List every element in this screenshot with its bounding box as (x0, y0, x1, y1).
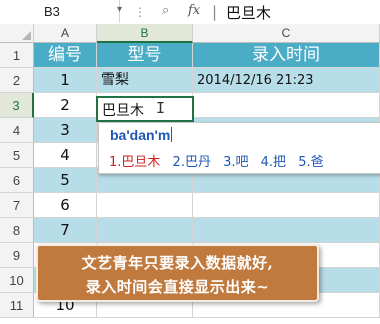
ime-caret (171, 127, 173, 142)
ime-candidate[interactable]: 4.把 (261, 151, 286, 170)
row-header[interactable]: 9 (0, 243, 34, 268)
cell-c[interactable] (193, 93, 380, 118)
header-cell-number[interactable]: 编号 (34, 43, 97, 68)
column-header-b[interactable]: B (97, 24, 193, 43)
cell-c[interactable] (193, 193, 380, 218)
select-all-triangle-icon (22, 31, 31, 40)
select-all-button[interactable] (0, 24, 34, 43)
row-header[interactable]: 1 (0, 43, 34, 68)
cell-c[interactable] (193, 218, 380, 243)
cell-c[interactable]: 2014/12/16 21:23 (193, 68, 380, 93)
callout-line-2: 录入时间会直接显示出来~ (85, 278, 270, 296)
cell-a[interactable]: 1 (34, 68, 97, 93)
header-cell-entry-time[interactable]: 录入时间 (193, 43, 380, 68)
row-header[interactable]: 11 (0, 293, 34, 318)
ime-candidate[interactable]: 3.吧 (223, 151, 248, 170)
cell-edit-text[interactable]: 巴旦木 (102, 100, 144, 120)
name-box[interactable]: B3 (0, 0, 120, 23)
cell-b[interactable] (97, 193, 193, 218)
cell-a[interactable]: 6 (34, 193, 97, 218)
ime-candidate-list: 1.巴旦木 2.巴丹 3.吧 4.把 5.爸 (109, 151, 332, 170)
ime-candidate[interactable]: 5.爸 (298, 151, 323, 170)
active-cell-b3[interactable]: 巴旦木 I (96, 96, 194, 122)
row-header[interactable]: 10 (0, 268, 34, 293)
search-icon[interactable]: ⌕ (162, 3, 169, 18)
ime-composition-text: ba'dan'm (110, 127, 171, 143)
formula-input[interactable]: 巴旦木 (226, 2, 271, 23)
formula-bar-divider: | (212, 3, 218, 21)
ime-candidate[interactable]: 2.巴丹 (173, 151, 211, 170)
text-cursor-icon: I (156, 99, 166, 117)
insert-function-button[interactable]: fx (188, 3, 200, 18)
table-row: 1 编号 型号 录入时间 (0, 43, 380, 68)
cell-a[interactable]: 3 (34, 118, 97, 143)
row-header[interactable]: 3 (0, 93, 34, 118)
cell-b[interactable]: 雪梨 (97, 68, 193, 93)
cell-b[interactable] (97, 218, 193, 243)
table-row: 7 6 (0, 193, 380, 218)
ime-composition: ba'dan'm (110, 127, 173, 143)
name-box-dropdown-icon[interactable]: ▾ (117, 4, 122, 15)
cell-a[interactable]: 7 (34, 218, 97, 243)
cell-a[interactable]: 4 (34, 143, 97, 168)
callout-line-1: 文艺青年只要录入数据就好, (81, 254, 274, 272)
row-header[interactable]: 7 (0, 193, 34, 218)
table-row: 2 1 雪梨 2014/12/16 21:23 (0, 68, 380, 93)
row-header[interactable]: 2 (0, 68, 34, 93)
cell-a[interactable]: 5 (34, 168, 97, 193)
ime-candidate[interactable]: 1.巴旦木 (109, 151, 160, 170)
row-header[interactable]: 4 (0, 118, 34, 143)
formula-bar: B3 ▾ ⋮ ⌕ fx | 巴旦木 (0, 0, 380, 25)
row-header[interactable]: 5 (0, 143, 34, 168)
header-cell-model[interactable]: 型号 (97, 43, 193, 68)
cell-a[interactable]: 2 (34, 93, 97, 118)
row-header[interactable]: 6 (0, 168, 34, 193)
column-header-c[interactable]: C (193, 24, 380, 43)
ime-candidate-window: ba'dan'm 1.巴旦木 2.巴丹 3.吧 4.把 5.爸 (98, 122, 380, 174)
separator-dots-icon: ⋮ (134, 5, 146, 19)
table-row: 8 7 (0, 218, 380, 243)
row-header[interactable]: 8 (0, 218, 34, 243)
annotation-callout: 文艺青年只要录入数据就好, 录入时间会直接显示出来~ (36, 244, 319, 302)
column-header-a[interactable]: A (34, 24, 97, 43)
